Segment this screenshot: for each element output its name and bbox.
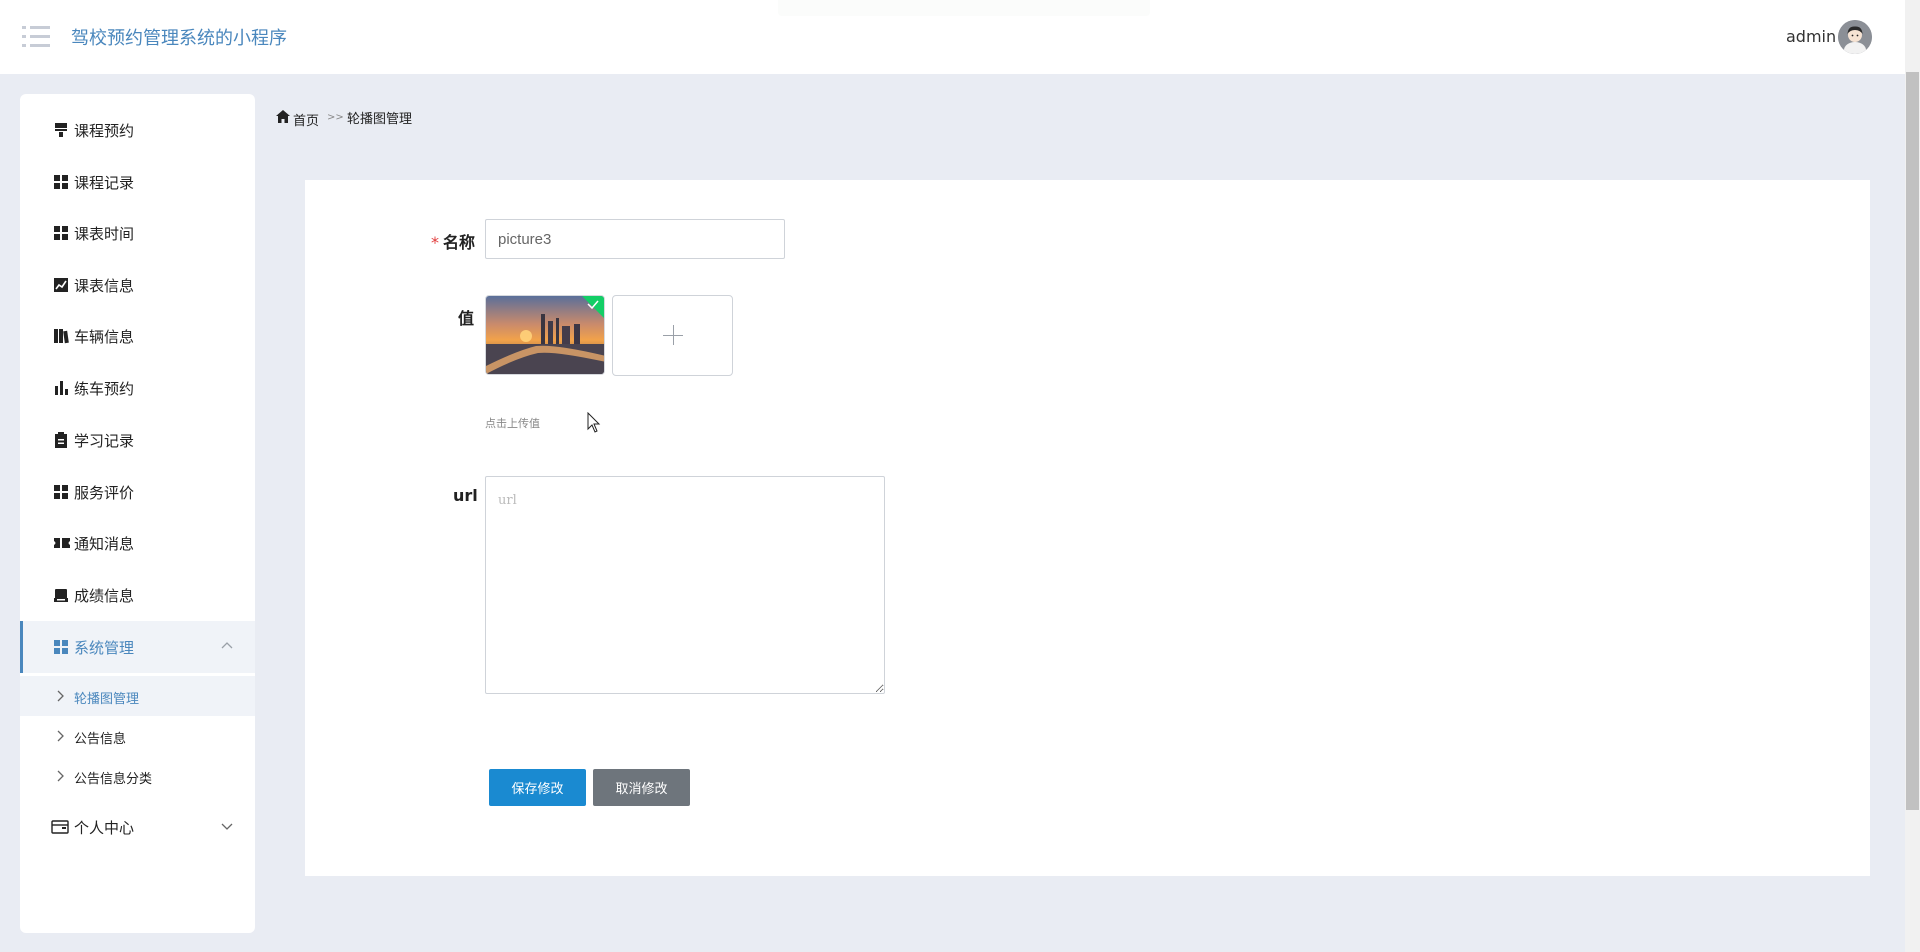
sidebar-item-label: 课表信息 — [74, 277, 135, 295]
sidebar-item-label: 成绩信息 — [74, 587, 135, 605]
url-textarea[interactable] — [485, 476, 885, 694]
line-chart-icon — [54, 278, 68, 292]
sidebar-item-notifications[interactable]: 通知消息 — [20, 517, 255, 569]
breadcrumb-separator: >> — [327, 112, 344, 123]
scrollbar-thumb[interactable] — [1906, 72, 1919, 810]
grid-icon — [54, 175, 68, 189]
toast-notification — [778, 0, 1150, 16]
sidebar-item-study-records[interactable]: 学习记录 — [20, 414, 255, 466]
chevron-down-icon — [221, 823, 233, 830]
home-icon — [276, 110, 290, 123]
sidebar-item-practice-booking[interactable]: 练车预约 — [20, 362, 255, 414]
upload-tip: 点击上传值 — [485, 417, 540, 430]
sidebar-subitem-announcements[interactable]: 公告信息 — [20, 716, 255, 756]
sidebar-item-label: 系统管理 — [74, 639, 135, 657]
sidebar-item-label: 学习记录 — [74, 432, 135, 450]
upload-button[interactable] — [612, 295, 733, 376]
url-label: url — [453, 486, 478, 505]
chevron-up-icon — [221, 642, 233, 649]
menu-toggle-icon[interactable] — [22, 26, 50, 48]
sidebar-item-personal-center[interactable]: 个人中心 — [20, 801, 255, 853]
sidebar-item-label: 课程记录 — [74, 174, 135, 192]
sidebar-item-label: 个人中心 — [74, 819, 135, 837]
name-input[interactable] — [485, 219, 785, 259]
sidebar-subitem-label: 公告信息分类 — [74, 772, 153, 787]
sidebar-item-label: 练车预约 — [74, 380, 135, 398]
bar-chart-icon — [55, 381, 68, 395]
mouse-cursor-icon — [587, 412, 601, 433]
breadcrumb-home[interactable]: 首页 — [293, 110, 319, 129]
uploaded-image-thumbnail[interactable] — [485, 295, 605, 375]
sidebar-item-vehicle-info[interactable]: 车辆信息 — [20, 310, 255, 362]
sidebar-item-label: 通知消息 — [74, 535, 135, 553]
sidebar-item-schedule-time[interactable]: 课表时间 — [20, 207, 255, 259]
name-label: * 名称 — [431, 229, 475, 253]
chevron-right-icon — [57, 770, 64, 782]
sidebar-item-system-management[interactable]: 系统管理 — [20, 621, 255, 673]
sidebar-subitem-label: 轮播图管理 — [74, 692, 140, 707]
grid-icon — [54, 485, 68, 499]
sidebar-item-course-booking[interactable]: 课程预约 — [20, 104, 255, 156]
user-name[interactable]: admin — [1786, 27, 1836, 46]
save-button[interactable]: 保存修改 — [489, 769, 586, 806]
menu-icon — [55, 123, 67, 137]
sidebar-item-course-records[interactable]: 课程记录 — [20, 156, 255, 208]
sidebar-item-score-info[interactable]: 成绩信息 — [20, 569, 255, 621]
chevron-right-icon — [57, 690, 64, 702]
grid-icon — [54, 640, 68, 654]
name-label-text: 名称 — [443, 233, 476, 252]
grid-icon — [54, 226, 68, 240]
sidebar-item-service-review[interactable]: 服务评价 — [20, 466, 255, 518]
avatar[interactable] — [1838, 20, 1872, 54]
chevron-right-icon — [57, 730, 64, 742]
breadcrumb-current: 轮播图管理 — [347, 112, 413, 127]
sidebar-item-label: 车辆信息 — [74, 328, 135, 346]
sidebar-item-label: 课程预约 — [74, 122, 135, 140]
clipboard-icon — [55, 432, 67, 448]
cancel-button[interactable]: 取消修改 — [593, 769, 690, 806]
sidebar-subitem-label: 公告信息 — [74, 732, 127, 747]
book-icon — [54, 329, 69, 344]
wallet-icon — [51, 820, 69, 834]
inbox-icon — [54, 589, 68, 602]
sidebar-subitem-carousel[interactable]: 轮播图管理 — [20, 676, 255, 716]
app-title: 驾校预约管理系统的小程序 — [71, 28, 287, 49]
sidebar-item-label: 课表时间 — [74, 225, 135, 243]
sidebar-item-schedule-info[interactable]: 课表信息 — [20, 259, 255, 311]
sidebar-subitem-announcement-categories[interactable]: 公告信息分类 — [20, 756, 255, 796]
sidebar-item-label: 服务评价 — [74, 484, 135, 502]
value-label: 值 — [458, 309, 475, 328]
ticket-icon — [54, 538, 70, 548]
required-mark: * — [431, 233, 439, 252]
sidebar: 课程预约 课程记录 课表时间 课表信息 车辆信息 练车预约 学习记录 服务评价 … — [20, 94, 255, 933]
